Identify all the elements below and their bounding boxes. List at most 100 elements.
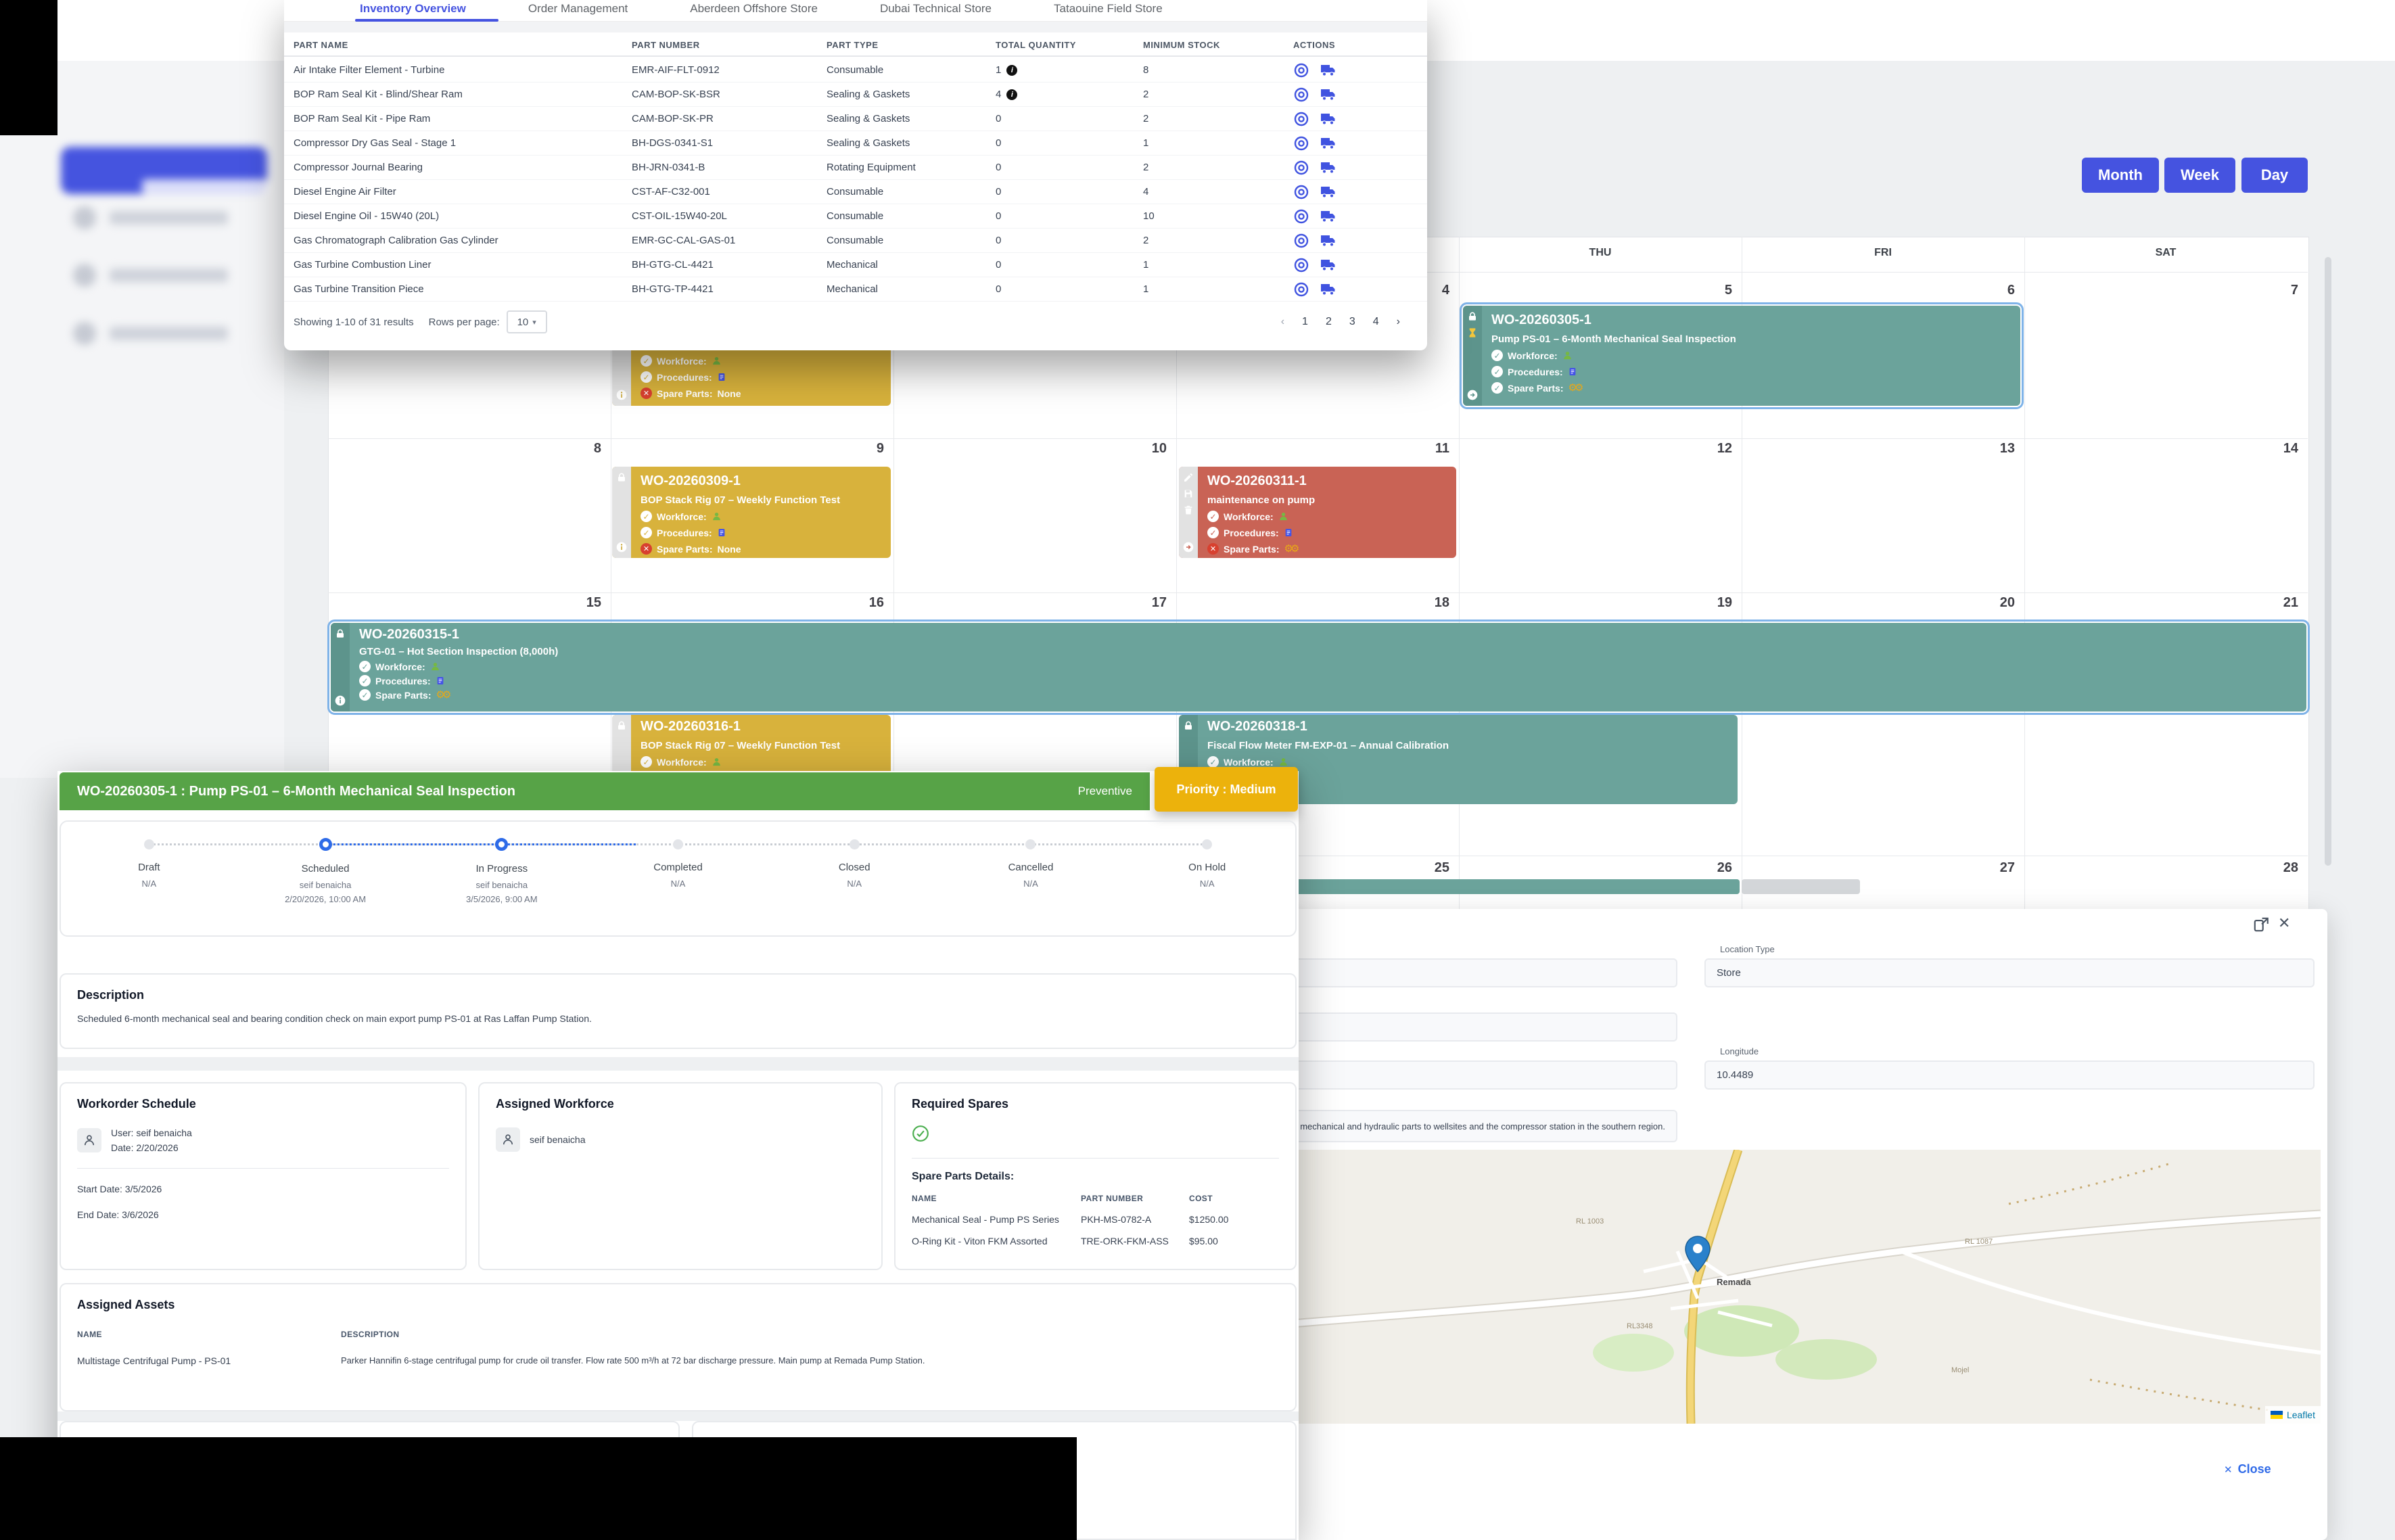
- table-row[interactable]: Gas Turbine Combustion LinerBH-GTG-CL-44…: [284, 253, 1427, 277]
- close-button[interactable]: ✕ Close: [2224, 1462, 2271, 1476]
- page-4-button[interactable]: 4: [1373, 316, 1379, 328]
- view-icon[interactable]: [1293, 62, 1309, 78]
- order-truck-icon[interactable]: [1320, 257, 1336, 273]
- order-truck-icon[interactable]: [1320, 111, 1336, 127]
- leaflet-link[interactable]: Leaflet: [2287, 1409, 2315, 1420]
- info-icon[interactable]: [1006, 65, 1017, 76]
- day-number[interactable]: 17: [1126, 595, 1167, 611]
- view-icon[interactable]: [1293, 233, 1309, 249]
- page-2-button[interactable]: 2: [1326, 316, 1332, 328]
- table-row[interactable]: Air Intake Filter Element - TurbineEMR-A…: [284, 58, 1427, 83]
- next-page-button[interactable]: ›: [1397, 316, 1400, 328]
- save-icon[interactable]: [1183, 488, 1194, 499]
- tab-order-management[interactable]: Order Management: [528, 0, 628, 16]
- day-number[interactable]: 11: [1409, 441, 1449, 457]
- table-row[interactable]: BOP Ram Seal Kit - Pipe RamCAM-BOP-SK-PR…: [284, 107, 1427, 131]
- table-row[interactable]: Gas Turbine Transition PieceBH-GTG-TP-44…: [284, 277, 1427, 302]
- longitude-field[interactable]: 10.4489: [1704, 1060, 2315, 1090]
- calendar-scrollbar[interactable]: [2325, 257, 2331, 866]
- view-icon[interactable]: [1293, 208, 1309, 225]
- page-1-button[interactable]: 1: [1302, 316, 1308, 328]
- panel-close-icon[interactable]: ✕: [2278, 914, 2296, 932]
- calendar-day-button[interactable]: Day: [2241, 158, 2308, 193]
- day-number[interactable]: 8: [561, 441, 601, 457]
- calendar-event-wo-20260305-1[interactable]: WO-20260305-1 Pump PS-01 – 6-Month Mecha…: [1463, 306, 2020, 406]
- edit-icon[interactable]: [1183, 472, 1194, 483]
- day-number[interactable]: 10: [1126, 441, 1167, 457]
- view-icon[interactable]: [1293, 184, 1309, 200]
- tab-tataouine-field-store[interactable]: Tataouine Field Store: [1054, 0, 1163, 16]
- table-row[interactable]: Gas Chromatograph Calibration Gas Cylind…: [284, 229, 1427, 253]
- day-number[interactable]: 25: [1409, 860, 1449, 876]
- table-row[interactable]: Compressor Journal BearingBH-JRN-0341-B …: [284, 156, 1427, 180]
- map[interactable]: RL 1003 RL 1087 RL3348 Mojel Remada Leaf…: [1157, 1150, 2321, 1424]
- day-number[interactable]: 20: [1974, 595, 2015, 611]
- event-icon-strip: [331, 623, 350, 711]
- order-truck-icon[interactable]: [1320, 184, 1336, 200]
- calendar-event-wo-20260311-1[interactable]: WO-20260311-1 maintenance on pump Workfo…: [1179, 467, 1456, 558]
- arrow-circle-icon[interactable]: [1183, 542, 1194, 553]
- order-truck-icon[interactable]: [1320, 233, 1336, 249]
- delete-icon[interactable]: [1183, 505, 1194, 515]
- check-icon: [359, 661, 371, 672]
- order-truck-icon[interactable]: [1320, 160, 1336, 176]
- tab-aberdeen-offshore-store[interactable]: Aberdeen Offshore Store: [690, 0, 818, 16]
- location-type-field[interactable]: Store: [1704, 958, 2315, 987]
- day-number[interactable]: 21: [2258, 595, 2298, 611]
- calendar-week-button[interactable]: Week: [2164, 158, 2235, 193]
- arrow-circle-icon[interactable]: [1467, 390, 1478, 400]
- order-truck-icon[interactable]: [1320, 281, 1336, 298]
- info-icon[interactable]: [616, 542, 627, 553]
- table-row[interactable]: BOP Ram Seal Kit - Blind/Shear RamCAM-BO…: [284, 83, 1427, 107]
- day-number[interactable]: 14: [2258, 441, 2298, 457]
- info-icon[interactable]: [335, 695, 346, 706]
- prev-page-button[interactable]: ‹: [1281, 316, 1284, 328]
- day-number[interactable]: 26: [1692, 860, 1732, 876]
- page-3-button[interactable]: 3: [1349, 316, 1355, 328]
- sidebar-item[interactable]: [110, 211, 228, 225]
- person-icon: [712, 356, 722, 366]
- info-icon[interactable]: [1006, 89, 1017, 100]
- view-icon[interactable]: [1293, 257, 1309, 273]
- day-number[interactable]: 18: [1409, 595, 1449, 611]
- view-icon[interactable]: [1293, 111, 1309, 127]
- check-icon: [641, 756, 652, 768]
- order-truck-icon[interactable]: [1320, 87, 1336, 103]
- event-continuation-bar-muted[interactable]: [1742, 879, 1860, 894]
- day-number[interactable]: 15: [561, 595, 601, 611]
- day-number[interactable]: 9: [843, 441, 884, 457]
- view-icon[interactable]: [1293, 160, 1309, 176]
- calendar-event-wo-20260309-1[interactable]: WO-20260309-1 BOP Stack Rig 07 – Weekly …: [612, 467, 891, 558]
- day-number[interactable]: 13: [1974, 441, 2015, 457]
- sidebar-item[interactable]: [110, 327, 228, 340]
- view-icon[interactable]: [1293, 87, 1309, 103]
- tab-inventory-overview[interactable]: Inventory Overview: [360, 0, 466, 16]
- day-number[interactable]: 27: [1974, 860, 2015, 876]
- sidebar-item[interactable]: [110, 269, 228, 282]
- table-row[interactable]: Compressor Dry Gas Seal - Stage 1BH-DGS-…: [284, 131, 1427, 156]
- day-number[interactable]: 19: [1692, 595, 1732, 611]
- view-icon[interactable]: [1293, 135, 1309, 151]
- day-number[interactable]: 7: [2258, 283, 2298, 298]
- calendar-month-button[interactable]: Month: [2082, 158, 2159, 193]
- day-number[interactable]: 6: [1974, 283, 2015, 298]
- day-number[interactable]: 12: [1692, 441, 1732, 457]
- calendar-event-wo-20260315-1[interactable]: WO-20260315-1 GTG-01 – Hot Section Inspe…: [331, 623, 2306, 711]
- day-number[interactable]: 5: [1692, 283, 1732, 298]
- event-icon-strip: [1463, 306, 1482, 406]
- day-number[interactable]: 16: [843, 595, 884, 611]
- sidebar-primary-button[interactable]: [61, 147, 267, 194]
- x-icon: [641, 543, 652, 555]
- check-icon: [1491, 350, 1503, 361]
- order-truck-icon[interactable]: [1320, 135, 1336, 151]
- map-attribution[interactable]: Leaflet: [2265, 1406, 2321, 1424]
- table-row[interactable]: Diesel Engine Air FilterCST-AF-C32-001 C…: [284, 180, 1427, 204]
- view-icon[interactable]: [1293, 281, 1309, 298]
- day-number[interactable]: 28: [2258, 860, 2298, 876]
- tab-dubai-technical-store[interactable]: Dubai Technical Store: [880, 0, 992, 16]
- table-row[interactable]: Diesel Engine Oil - 15W40 (20L)CST-OIL-1…: [284, 204, 1427, 229]
- order-truck-icon[interactable]: [1320, 208, 1336, 225]
- rows-per-page-select[interactable]: 10: [507, 310, 547, 333]
- expand-icon[interactable]: [2252, 916, 2270, 933]
- order-truck-icon[interactable]: [1320, 62, 1336, 78]
